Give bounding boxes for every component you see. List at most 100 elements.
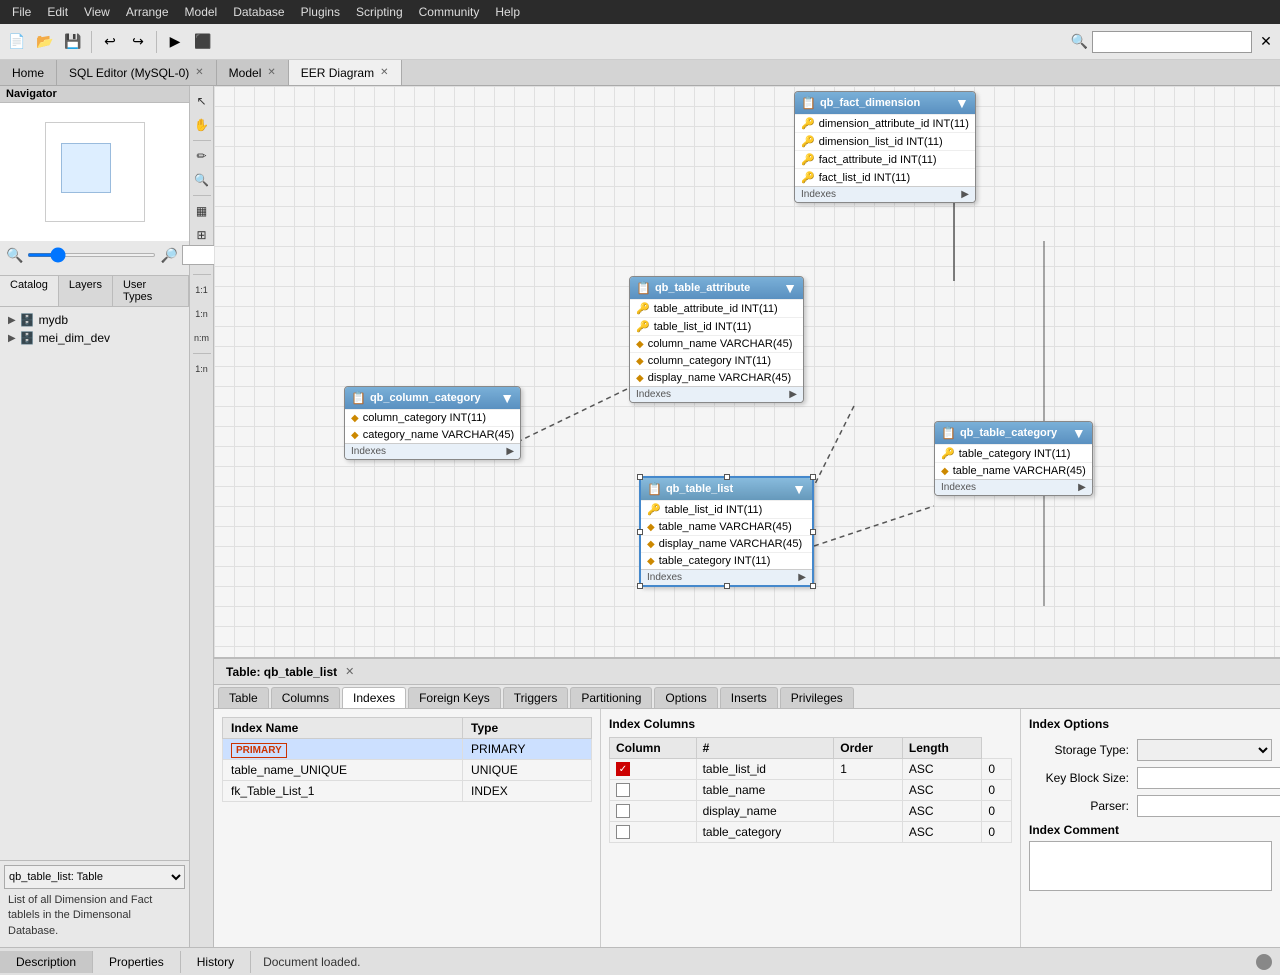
search-input[interactable] — [1092, 31, 1252, 53]
undo-button[interactable]: ↩ — [97, 29, 123, 55]
zoom-in-icon[interactable]: 🔎 — [160, 247, 177, 264]
menu-edit[interactable]: Edit — [39, 3, 76, 21]
table-qb-column-category[interactable]: 📋 qb_column_category ▼ ◆column_category … — [344, 386, 521, 460]
table-indexes-qb-table-category[interactable]: Indexes▶ — [935, 479, 1092, 495]
col-column-category-cc: ◆column_category INT(11) — [345, 409, 520, 426]
tree-area: ▶ 🗄️ mydb ▶ 🗄️ mei_dim_dev — [0, 307, 189, 860]
tab-model[interactable]: Model ✕ — [217, 60, 289, 85]
rel-1n2-button[interactable]: 1:n — [191, 303, 213, 325]
key-icon: 🔑 — [636, 320, 650, 333]
icol-row-display-name: display_name ASC 0 — [610, 801, 1012, 822]
menu-plugins[interactable]: Plugins — [293, 3, 348, 21]
checked-checkbox[interactable]: ✓ — [616, 762, 630, 776]
search-clear-button[interactable]: ✕ — [1256, 32, 1276, 52]
rel-1n-button[interactable]: 1:1 — [191, 279, 213, 301]
menu-view[interactable]: View — [76, 3, 118, 21]
index-row-primary[interactable]: PRIMARY PRIMARY — [223, 739, 592, 760]
btab-columns[interactable]: Columns — [271, 687, 340, 708]
rel-nn-button[interactable]: n:m — [191, 327, 213, 349]
stab-history[interactable]: History — [181, 951, 251, 973]
table-tab-close-button[interactable]: ✕ — [345, 665, 354, 678]
menu-arrange[interactable]: Arrange — [118, 3, 177, 21]
btab-triggers[interactable]: Triggers — [503, 687, 569, 708]
table-tool-button[interactable]: ▦ — [191, 200, 213, 222]
eraser-tool-button[interactable]: ✏ — [191, 145, 213, 167]
menu-model[interactable]: Model — [177, 3, 226, 21]
diamond-icon: ◆ — [351, 413, 359, 424]
tab-sql-editor[interactable]: SQL Editor (MySQL-0) ✕ — [57, 60, 217, 85]
bottom-content: Index Name Type PRIMARY PRIMARY table_na… — [214, 709, 1280, 947]
menu-database[interactable]: Database — [225, 3, 292, 21]
menu-file[interactable]: File — [4, 3, 39, 21]
tree-item-mydb[interactable]: ▶ 🗄️ mydb — [4, 311, 185, 329]
table-indexes-qb-column-category[interactable]: Indexes▶ — [345, 443, 520, 459]
tab-eer-close[interactable]: ✕ — [380, 67, 388, 78]
col-header-index-name: Index Name — [223, 718, 463, 739]
key-block-input[interactable]: 0 — [1137, 767, 1280, 789]
open-button[interactable]: 📂 — [32, 29, 58, 55]
menu-community[interactable]: Community — [411, 3, 488, 21]
icol-check-table-name[interactable] — [610, 780, 697, 801]
icol-check-display-name[interactable] — [610, 801, 697, 822]
tab-sql-editor-close[interactable]: ✕ — [195, 67, 203, 78]
stab-properties[interactable]: Properties — [93, 951, 181, 973]
table-menu-qb-table-attribute[interactable]: ▼ — [783, 280, 797, 296]
btab-table[interactable]: Table — [218, 687, 269, 708]
table-menu-qb-table-category[interactable]: ▼ — [1072, 425, 1086, 441]
new-button[interactable]: 📄 — [4, 29, 30, 55]
tab-home[interactable]: Home — [0, 60, 57, 85]
icol-check-table-category[interactable] — [610, 822, 697, 843]
table-qb-table-category[interactable]: 📋 qb_table_category ▼ 🔑table_category IN… — [934, 421, 1093, 496]
btab-partitioning[interactable]: Partitioning — [570, 687, 652, 708]
btab-inserts[interactable]: Inserts — [720, 687, 778, 708]
btab-indexes[interactable]: Indexes — [342, 687, 406, 708]
table-indexes-qb-table-attribute[interactable]: Indexes▶ — [630, 386, 803, 402]
unchecked-checkbox[interactable] — [616, 825, 630, 839]
table-menu-qb-table-list[interactable]: ▼ — [792, 481, 806, 497]
eer-diagram-canvas[interactable]: 📋 qb_fact_dimension ▼ 🔑dimension_attribu… — [214, 86, 1280, 657]
zoom-tool-button[interactable]: 🔍 — [191, 169, 213, 191]
index-row-unique[interactable]: table_name_UNIQUE UNIQUE — [223, 760, 592, 781]
catalog-tab-layers[interactable]: Layers — [59, 276, 113, 306]
redo-button[interactable]: ↪ — [125, 29, 151, 55]
object-select-dropdown[interactable]: qb_table_list: Table — [4, 865, 185, 889]
btab-options[interactable]: Options — [654, 687, 717, 708]
table-menu-qb-fact-dimension[interactable]: ▼ — [955, 95, 969, 111]
table-menu-qb-column-category[interactable]: ▼ — [500, 390, 514, 406]
parser-input[interactable] — [1137, 795, 1280, 817]
stab-description[interactable]: Description — [0, 951, 93, 973]
zoom-out-icon[interactable]: 🔍 — [6, 247, 23, 264]
unchecked-checkbox[interactable] — [616, 783, 630, 797]
storage-type-row: Storage Type: — [1029, 739, 1272, 761]
icol-num-table-name — [834, 780, 903, 801]
zoom-slider[interactable] — [27, 253, 156, 257]
tree-item-mei[interactable]: ▶ 🗄️ mei_dim_dev — [4, 329, 185, 347]
catalog-tab-catalog[interactable]: Catalog — [0, 276, 59, 306]
stop-button[interactable]: ⬛ — [190, 29, 216, 55]
table-qb-fact-dimension[interactable]: 📋 qb_fact_dimension ▼ 🔑dimension_attribu… — [794, 91, 976, 203]
catalog-tab-user-types[interactable]: User Types — [113, 276, 189, 306]
menu-scripting[interactable]: Scripting — [348, 3, 411, 21]
index-comment-textarea[interactable] — [1029, 841, 1272, 891]
table-icon: 📋 — [647, 482, 662, 496]
save-button[interactable]: 💾 — [60, 29, 86, 55]
table-indexes-qb-fact-dimension[interactable]: Indexes▶ — [795, 186, 975, 202]
execute-button[interactable]: ▶ — [162, 29, 188, 55]
col-dimension-attribute-id: 🔑dimension_attribute_id INT(11) — [795, 114, 975, 132]
select-tool-button[interactable]: ↖ — [191, 90, 213, 112]
tab-eer-diagram[interactable]: EER Diagram ✕ — [289, 60, 402, 85]
storage-type-select[interactable] — [1137, 739, 1272, 761]
tab-model-close[interactable]: ✕ — [267, 67, 275, 78]
icol-header-num: # — [696, 738, 834, 759]
note-tool-button[interactable]: 1:n — [191, 358, 213, 380]
menu-help[interactable]: Help — [487, 3, 528, 21]
btab-foreign-keys[interactable]: Foreign Keys — [408, 687, 501, 708]
view-tool-button[interactable]: ⊞ — [191, 224, 213, 246]
table-qb-table-attribute[interactable]: 📋 qb_table_attribute ▼ 🔑table_attribute_… — [629, 276, 804, 403]
icol-check-table-list-id[interactable]: ✓ — [610, 759, 697, 780]
btab-privileges[interactable]: Privileges — [780, 687, 854, 708]
table-qb-table-list[interactable]: 📋 qb_table_list ▼ 🔑table_list_id INT(11)… — [639, 476, 814, 587]
index-row-fk[interactable]: fk_Table_List_1 INDEX — [223, 781, 592, 802]
hand-tool-button[interactable]: ✋ — [191, 114, 213, 136]
unchecked-checkbox[interactable] — [616, 804, 630, 818]
